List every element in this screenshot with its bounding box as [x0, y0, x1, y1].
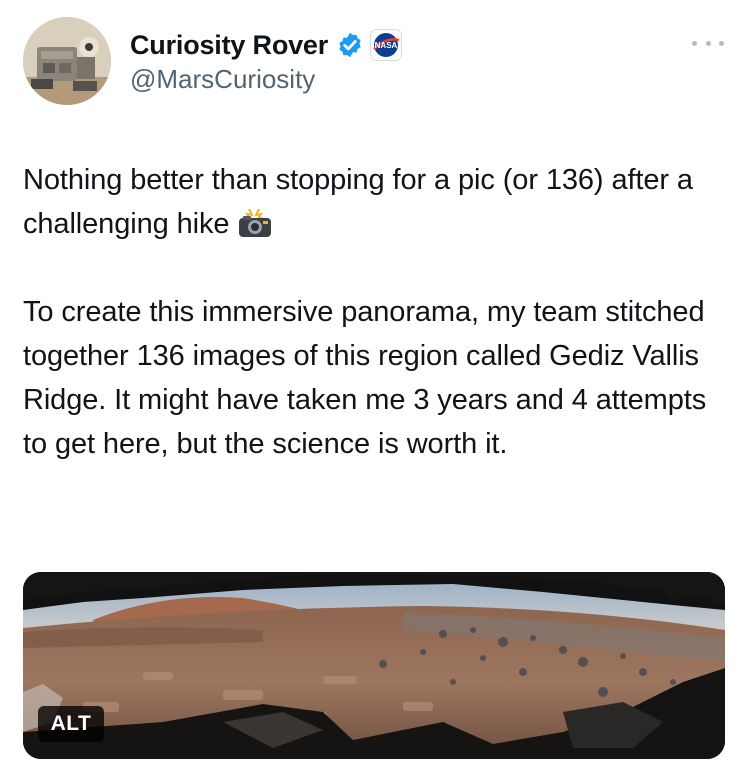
panorama-image[interactable]: [23, 572, 725, 759]
tweet-body: Nothing better than stopping for a pic (…: [23, 158, 728, 466]
verified-badge-icon: [336, 31, 364, 59]
alt-text-badge[interactable]: ALT: [38, 706, 104, 742]
more-options-icon[interactable]: [688, 31, 728, 55]
author-handle[interactable]: @MarsCuriosity: [130, 64, 315, 95]
dot-1: [692, 40, 697, 46]
camera-flash-icon: [235, 207, 275, 239]
rover-selfie-image: [23, 17, 111, 105]
dot-3: [719, 40, 724, 46]
tweet-paragraph-1-text: Nothing better than stopping for a pic (…: [23, 164, 693, 240]
nasa-logo: NASA: [370, 29, 403, 61]
dot-2: [705, 40, 711, 46]
author-name-row: Curiosity Rover NASA: [130, 26, 403, 64]
tweet-paragraph-2: To create this immersive panorama, my te…: [23, 296, 707, 460]
author-display-name[interactable]: Curiosity Rover: [130, 30, 328, 61]
tweet-paragraph-1: Nothing better than stopping for a pic (…: [23, 158, 728, 246]
svg-text:NASA: NASA: [375, 41, 398, 50]
profile-avatar[interactable]: [23, 17, 111, 105]
